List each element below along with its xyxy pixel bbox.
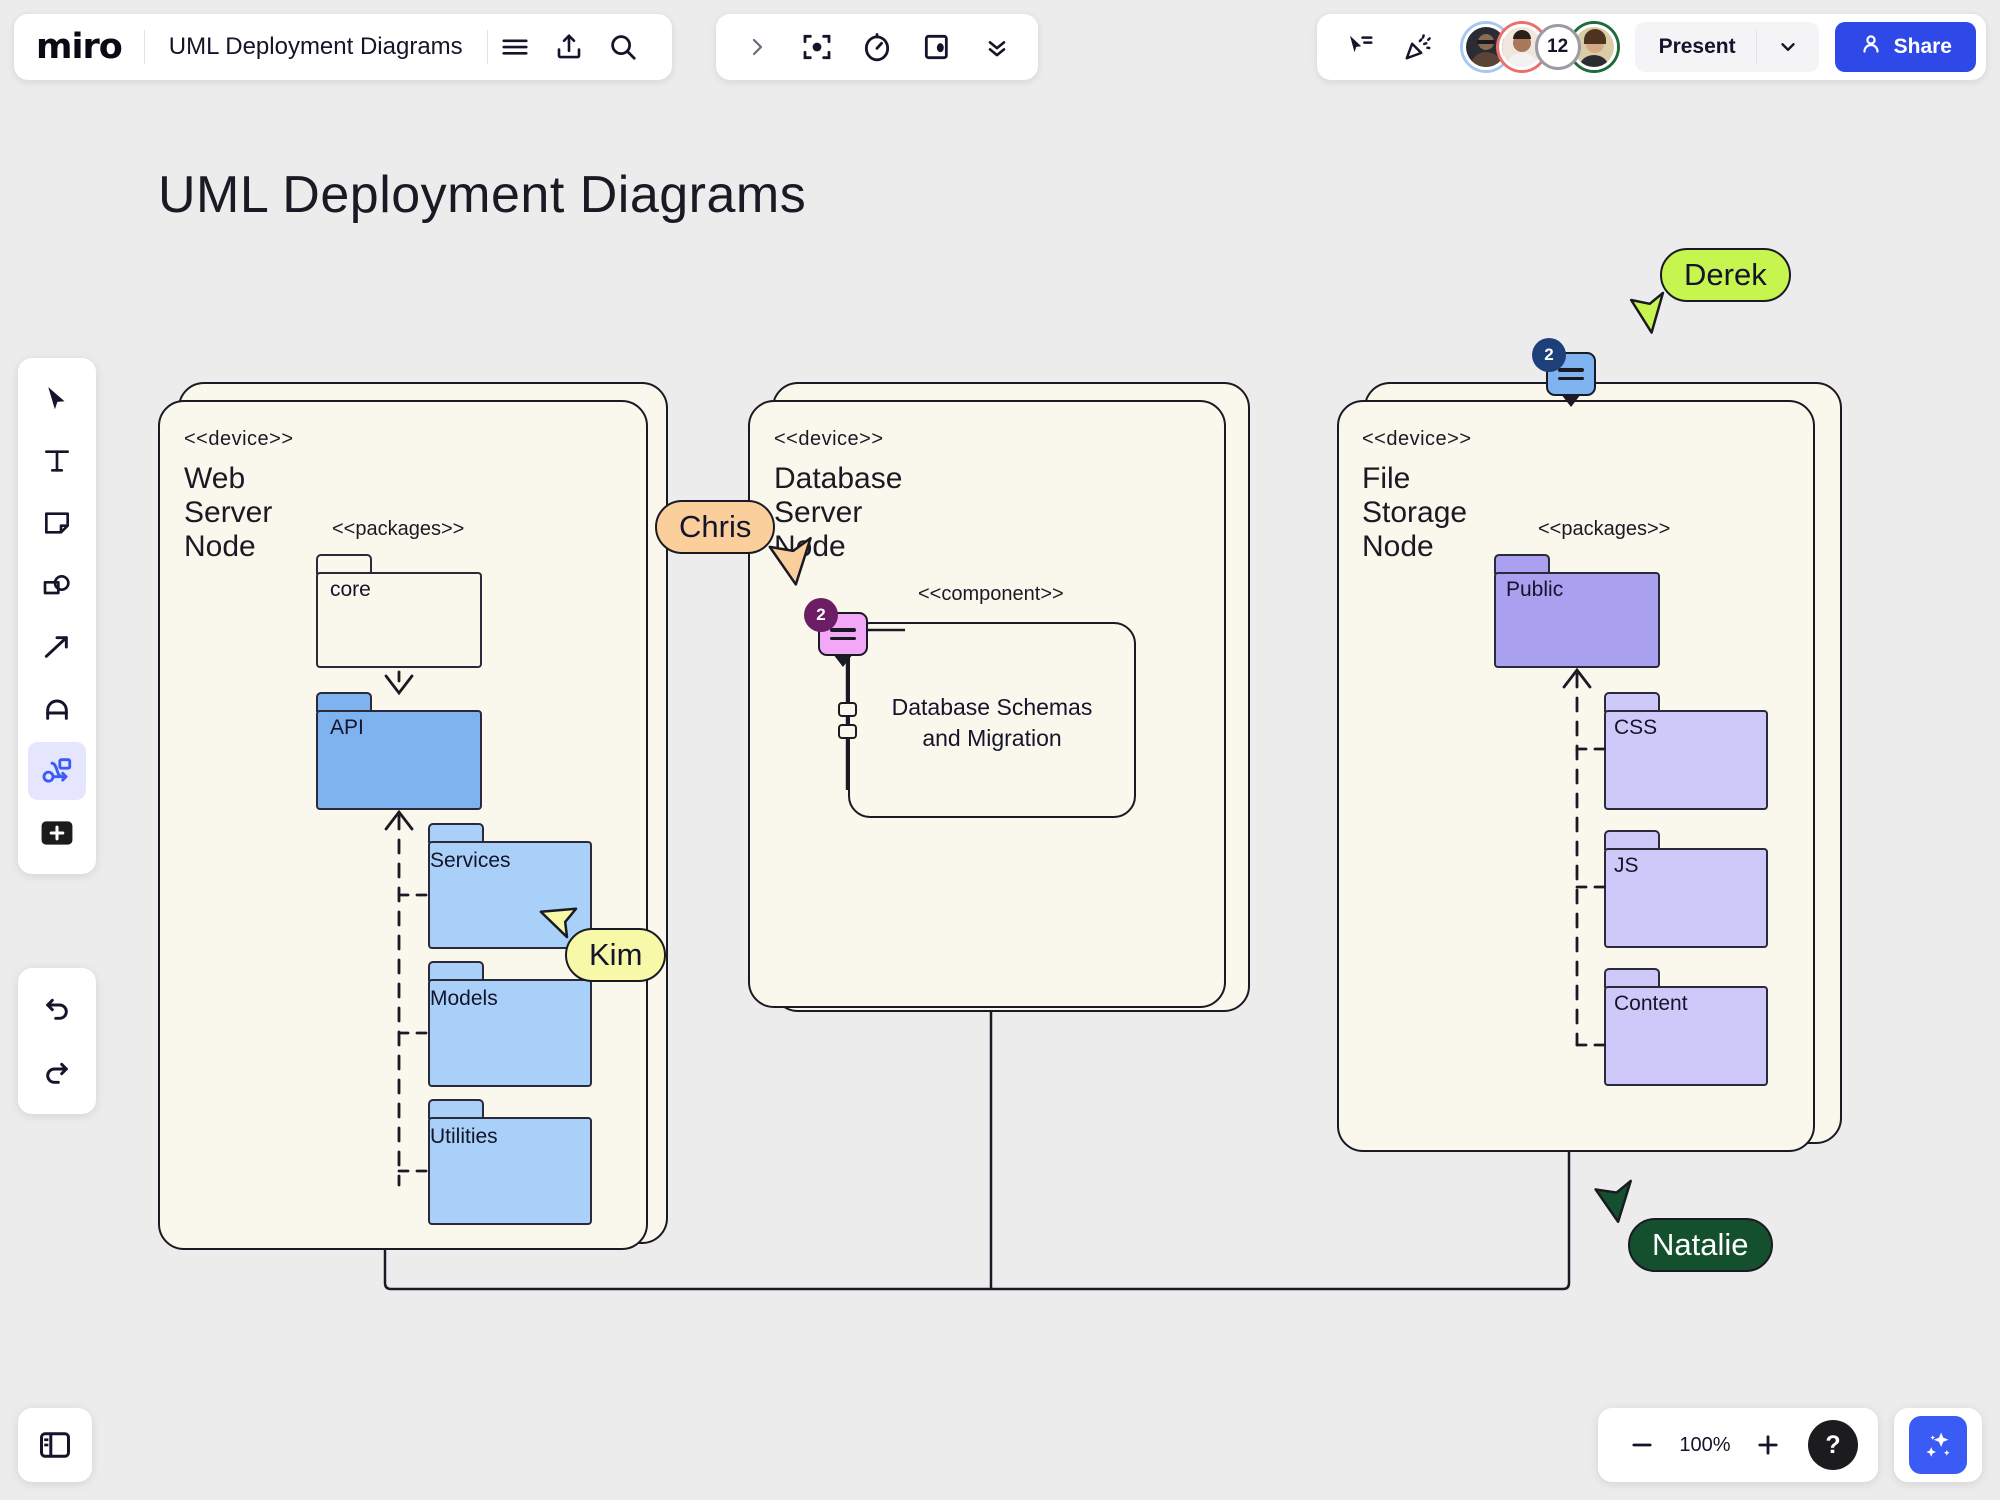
more-apps-tool[interactable]: [28, 804, 86, 862]
view-toolbar-group: [715, 14, 1038, 80]
board-canvas[interactable]: [0, 0, 2000, 1500]
search-icon[interactable]: [596, 20, 650, 74]
ai-toolbar: [1894, 1408, 1982, 1482]
help-button[interactable]: ?: [1808, 1420, 1858, 1470]
shapes-tool[interactable]: [28, 556, 86, 614]
arrow-tool[interactable]: [28, 618, 86, 676]
zoom-level[interactable]: 100%: [1674, 1434, 1736, 1457]
zoom-toolbar: 100% ?: [1598, 1408, 1878, 1482]
party-popper-icon[interactable]: [1391, 20, 1445, 74]
person-icon: [1859, 32, 1883, 62]
menu-icon[interactable]: [488, 20, 542, 74]
share-button-label: Share: [1893, 35, 1952, 58]
diagram-tool[interactable]: [28, 742, 86, 800]
top-toolbar: miro UML Deployment Diagrams 12 Present …: [14, 12, 1986, 82]
select-tool[interactable]: [28, 370, 86, 428]
miro-logo[interactable]: miro: [36, 27, 144, 67]
undo-button[interactable]: [28, 980, 86, 1038]
board-toolbar-group: miro UML Deployment Diagrams: [14, 14, 672, 80]
timer-icon[interactable]: [850, 20, 904, 74]
board-title[interactable]: UML Deployment Diagrams: [145, 33, 487, 61]
collaborator-avatars: 12: [1462, 24, 1617, 70]
text-tool[interactable]: [28, 432, 86, 490]
ai-sparkle-button[interactable]: [1909, 1416, 1967, 1474]
zoom-out-button[interactable]: [1618, 1421, 1666, 1469]
panel-toggle-button[interactable]: [18, 1408, 92, 1482]
present-button[interactable]: Present: [1635, 35, 1756, 59]
frame-focus-icon[interactable]: [790, 20, 844, 74]
page-title[interactable]: UML Deployment Diagrams: [158, 165, 806, 225]
redo-button[interactable]: [28, 1044, 86, 1102]
share-button[interactable]: Share: [1834, 22, 1976, 72]
left-toolbar: [18, 358, 96, 874]
screen-share-icon[interactable]: [910, 20, 964, 74]
present-group: Present: [1634, 22, 1819, 72]
collaborator-count-badge[interactable]: 12: [1534, 24, 1581, 70]
sticky-note-tool[interactable]: [28, 494, 86, 552]
collaboration-toolbar-group: 12 Present Share: [1316, 14, 1986, 80]
upload-icon[interactable]: [542, 20, 596, 74]
zoom-in-button[interactable]: [1744, 1421, 1792, 1469]
chevron-down-icon[interactable]: [1757, 36, 1819, 58]
pen-tool[interactable]: [28, 680, 86, 738]
cursor-share-icon[interactable]: [1333, 20, 1387, 74]
chevron-double-down-icon[interactable]: [970, 20, 1024, 74]
history-toolbar: [18, 968, 96, 1114]
chevron-right-icon[interactable]: [730, 20, 784, 74]
